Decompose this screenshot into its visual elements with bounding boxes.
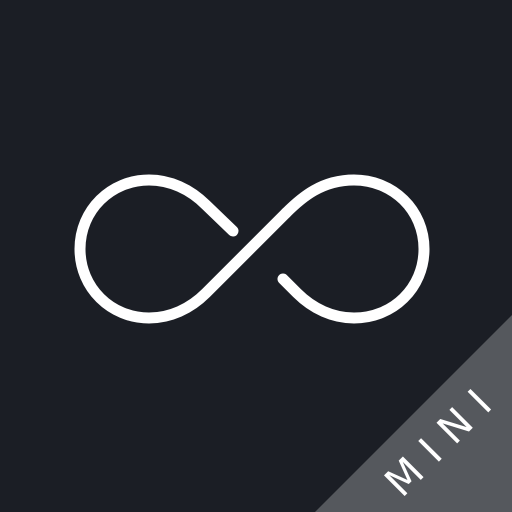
app-icon: MINI — [0, 0, 512, 512]
app-icon-graphic: MINI — [0, 0, 512, 512]
